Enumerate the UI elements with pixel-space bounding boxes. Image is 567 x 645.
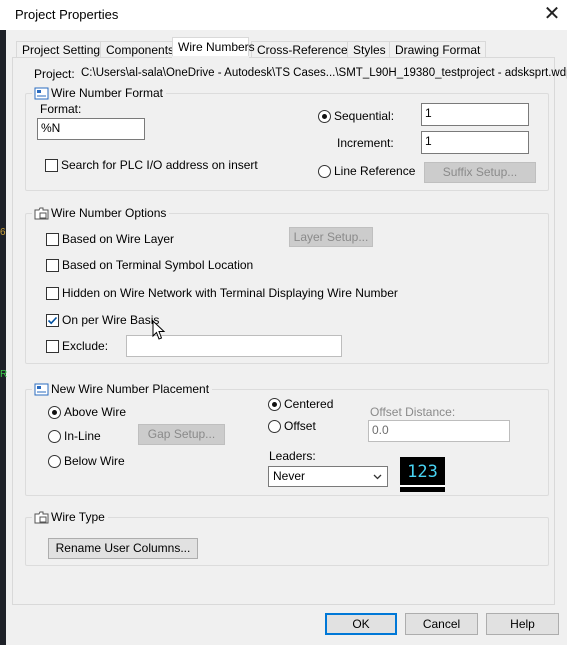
leaders-select[interactable]: Never <box>268 466 388 487</box>
in-line-radio[interactable] <box>48 430 61 443</box>
placement-icon <box>34 383 49 396</box>
wire-type-title: Wire Type <box>32 510 108 524</box>
sequential-radio[interactable] <box>318 110 331 123</box>
leaders-label: Leaders: <box>269 449 316 463</box>
cancel-button[interactable]: Cancel <box>405 613 478 635</box>
increment-input[interactable]: 1 <box>421 131 529 154</box>
tab-cross-references[interactable]: Cross-References <box>251 41 360 58</box>
layer-setup-button[interactable]: Layer Setup... <box>289 227 373 247</box>
above-wire-label: Above Wire <box>64 405 127 419</box>
group-title-text: Wire Number Options <box>51 206 167 220</box>
placement-title: New Wire Number Placement <box>32 382 213 396</box>
tab-styles[interactable]: Styles <box>347 41 392 58</box>
options-icon <box>34 207 49 220</box>
help-button[interactable]: Help <box>486 613 559 635</box>
plc-search-label: Search for PLC I/O address on insert <box>61 158 258 172</box>
project-label: Project: <box>34 67 75 81</box>
based-on-wire-layer-checkbox[interactable] <box>46 233 59 246</box>
tab-joint <box>172 56 249 58</box>
mouse-cursor-icon <box>152 320 166 340</box>
background-glyph: R <box>0 369 8 380</box>
format-label: Format: <box>40 102 82 116</box>
close-icon[interactable]: ✕ <box>540 3 564 27</box>
wire-type-icon <box>34 511 49 524</box>
suffix-setup-button[interactable]: Suffix Setup... <box>424 162 536 183</box>
preview-wire-line <box>400 485 445 487</box>
exclude-checkbox[interactable] <box>46 340 59 353</box>
gap-setup-button[interactable]: Gap Setup... <box>138 424 225 445</box>
based-on-terminal-label: Based on Terminal Symbol Location <box>62 258 254 272</box>
hidden-on-network-checkbox[interactable] <box>46 287 59 300</box>
on-per-wire-basis-label: On per Wire Basis <box>62 313 160 327</box>
based-on-wire-layer-label: Based on Wire Layer <box>62 232 175 246</box>
line-reference-radio[interactable] <box>318 165 331 178</box>
above-wire-radio[interactable] <box>48 406 61 419</box>
offset-radio[interactable] <box>268 420 281 433</box>
centered-label: Centered <box>284 397 334 411</box>
project-path: C:\Users\al-sala\OneDrive - Autodesk\TS … <box>81 67 567 79</box>
plc-search-checkbox[interactable] <box>45 159 58 172</box>
offset-distance-input[interactable]: 0.0 <box>368 420 510 442</box>
below-wire-radio[interactable] <box>48 455 61 468</box>
ok-button[interactable]: OK <box>325 613 397 635</box>
leaders-select-value: Never <box>273 469 306 483</box>
wire-number-icon <box>34 87 49 100</box>
group-title-text: New Wire Number Placement <box>51 382 210 396</box>
sequential-label: Sequential: <box>334 109 395 123</box>
tab-wire-numbers[interactable]: Wire Numbers <box>172 37 255 58</box>
tab-drawing-format[interactable]: Drawing Format <box>389 41 487 58</box>
tab-project-settings[interactable]: Project Settings <box>16 41 113 58</box>
centered-radio[interactable] <box>268 398 281 411</box>
background-app-strip <box>0 30 6 645</box>
offset-label: Offset <box>284 419 316 433</box>
hidden-on-network-label: Hidden on Wire Network with Terminal Dis… <box>62 286 398 300</box>
line-reference-label: Line Reference <box>334 164 416 178</box>
increment-label: Increment: <box>337 136 394 150</box>
background-glyph: 6 <box>0 227 6 238</box>
exclude-label: Exclude: <box>62 339 109 353</box>
chevron-down-icon <box>373 474 382 480</box>
format-input[interactable]: %N <box>37 118 145 140</box>
group-title-text: Wire Type <box>51 510 105 524</box>
offset-distance-label: Offset Distance: <box>370 405 456 419</box>
wire-number-options-title: Wire Number Options <box>32 206 170 220</box>
tab-components[interactable]: Components <box>100 41 181 58</box>
window-title: Project Properties <box>15 7 119 22</box>
rename-user-columns-button[interactable]: Rename User Columns... <box>48 538 198 559</box>
based-on-terminal-checkbox[interactable] <box>46 259 59 272</box>
below-wire-label: Below Wire <box>64 454 125 468</box>
in-line-label: In-Line <box>64 429 101 443</box>
on-per-wire-basis-checkbox[interactable] <box>46 314 59 327</box>
wire-number-format-title: Wire Number Format <box>32 86 167 100</box>
checkmark-icon <box>47 316 58 325</box>
group-title-text: Wire Number Format <box>51 86 164 100</box>
sequential-input[interactable]: 1 <box>421 103 529 126</box>
